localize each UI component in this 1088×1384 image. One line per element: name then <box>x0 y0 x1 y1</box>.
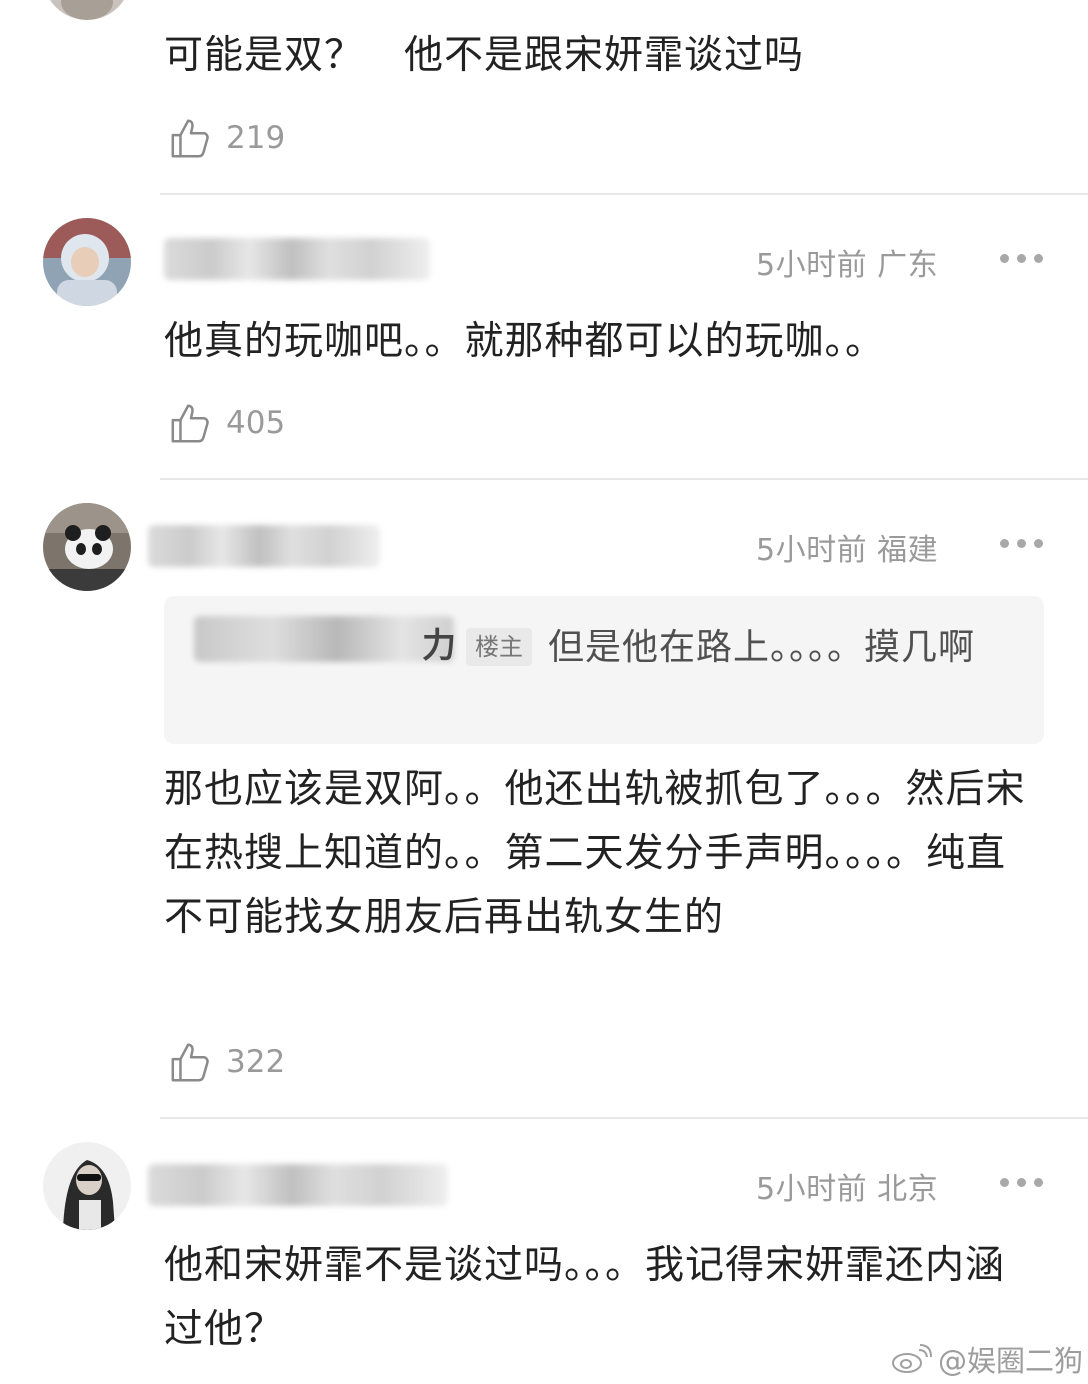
like-count: 219 <box>226 120 286 156</box>
divider <box>160 1117 1088 1119</box>
timestamp-location: 5小时前 广东 <box>756 248 939 283</box>
more-dots-icon[interactable] <box>1000 252 1046 264</box>
timestamp-location: 5小时前 福建 <box>756 533 939 568</box>
avatar[interactable] <box>43 218 131 306</box>
divider <box>160 193 1088 195</box>
avatar[interactable] <box>43 503 131 591</box>
like-button[interactable]: 405 <box>168 397 285 449</box>
username-blurred[interactable] <box>148 525 380 567</box>
thumbs-up-icon <box>171 119 209 158</box>
comment-text: 可能是双？ 他不是跟宋妍霏谈过吗 <box>164 33 805 78</box>
watermark: @娱圈二狗 <box>890 1338 1083 1380</box>
avatar[interactable] <box>43 0 131 20</box>
like-button[interactable]: 219 <box>168 112 285 164</box>
like-count: 322 <box>226 1044 286 1080</box>
more-dots-icon[interactable] <box>1000 1176 1046 1188</box>
more-dots-icon[interactable] <box>1000 537 1046 549</box>
thumbs-up-icon <box>171 404 209 443</box>
like-count: 405 <box>226 405 286 441</box>
timestamp-location: 5小时前 北京 <box>756 1172 939 1207</box>
username-blurred[interactable] <box>164 238 430 280</box>
username-blurred[interactable] <box>148 1164 448 1206</box>
weibo-logo-icon <box>892 1344 932 1373</box>
watermark-text: @娱圈二狗 <box>938 1344 1084 1378</box>
avatar[interactable] <box>43 1142 131 1230</box>
thumbs-up-icon <box>171 1043 209 1082</box>
quote-text: 但是他在路上。。。。摸几啊 <box>548 627 976 668</box>
divider <box>160 478 1088 480</box>
comment-text: 那也应该是双阿。。他还出轨被抓包了。。。然后宋在热搜上知道的。。第二天发分手声明… <box>164 767 1026 940</box>
like-button[interactable]: 322 <box>168 1036 285 1088</box>
quoted-reply[interactable]: 力 楼主 但是他在路上。。。。摸几啊 <box>164 596 1044 744</box>
comment-text: 他真的玩咖吧。。就那种都可以的玩咖。。 <box>164 319 886 364</box>
